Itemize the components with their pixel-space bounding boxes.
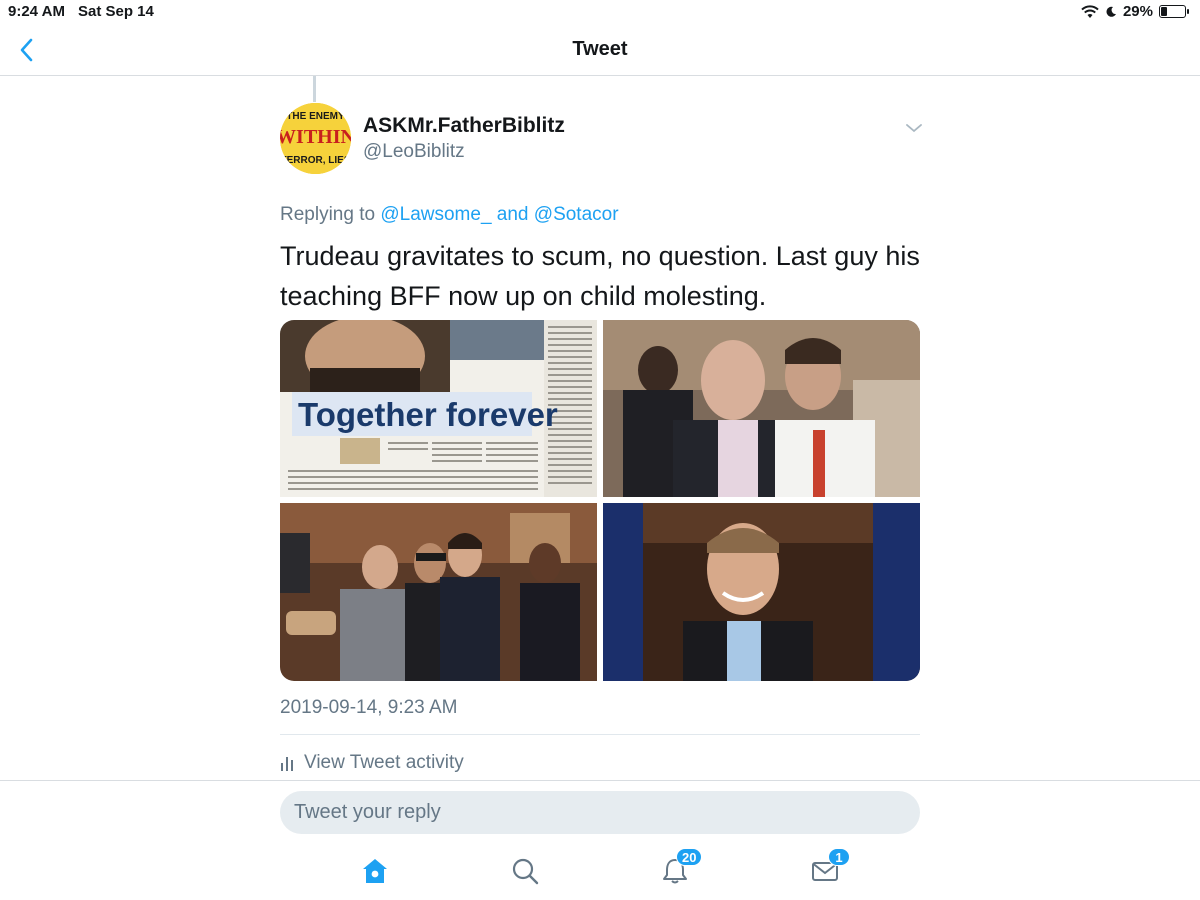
wifi-icon bbox=[1081, 4, 1099, 18]
avatar-text-top: THE ENEMY bbox=[286, 111, 345, 122]
reply-bar bbox=[0, 780, 1200, 838]
user-handle[interactable]: @LeoBiblitz bbox=[363, 141, 465, 163]
media-image-photo-3[interactable] bbox=[603, 503, 920, 681]
home-icon bbox=[363, 859, 387, 883]
tweet-text: Trudeau gravitates to scum, no question.… bbox=[280, 241, 920, 311]
media-image-photo-2[interactable] bbox=[280, 503, 597, 681]
view-tweet-activity-link[interactable]: View Tweet activity bbox=[280, 752, 464, 774]
tab-bar: 20 1 bbox=[0, 838, 1200, 900]
avatar-text-middle: WITHIN bbox=[280, 126, 351, 148]
replying-to: Replying to @Lawsome_ and @Sotacor bbox=[280, 204, 619, 226]
media-image-newspaper[interactable]: Together forever bbox=[280, 320, 597, 497]
mention-link-sotacor[interactable]: @Sotacor bbox=[534, 204, 619, 225]
tweet-options-button[interactable] bbox=[904, 120, 924, 136]
bar-chart-icon bbox=[281, 757, 293, 771]
replying-and[interactable]: and bbox=[497, 204, 529, 225]
status-date: Sat Sep 14 bbox=[78, 3, 154, 20]
status-time: 9:24 AM bbox=[8, 3, 65, 20]
replying-prefix: Replying to bbox=[280, 204, 376, 225]
notifications-badge: 20 bbox=[676, 848, 703, 866]
chevron-down-icon bbox=[906, 124, 922, 133]
messages-badge: 1 bbox=[828, 848, 850, 866]
search-icon bbox=[512, 858, 539, 885]
status-indicators: 29% bbox=[1081, 3, 1189, 20]
battery-percent: 29% bbox=[1122, 3, 1153, 20]
battery-level bbox=[1161, 7, 1167, 16]
display-name[interactable]: ASKMr.FatherBiblitz bbox=[363, 114, 565, 138]
tab-notifications[interactable]: 20 bbox=[660, 848, 703, 886]
divider bbox=[280, 734, 920, 735]
moon-icon bbox=[1106, 6, 1116, 17]
activity-label: View Tweet activity bbox=[304, 752, 464, 773]
thread-line bbox=[313, 76, 316, 102]
battery-icon bbox=[1159, 5, 1189, 18]
tweet-timestamp: 2019-09-14, 9:23 AM bbox=[280, 697, 458, 718]
avatar-image: THE ENEMY WITHIN TERROR, LIES bbox=[280, 103, 351, 174]
tab-search[interactable] bbox=[510, 856, 540, 886]
avatar[interactable]: THE ENEMY WITHIN TERROR, LIES bbox=[280, 103, 351, 174]
mention-link-lawsome[interactable]: @Lawsome_ bbox=[380, 204, 491, 225]
nav-bar: Tweet bbox=[0, 24, 1200, 76]
media-grid: Together forever bbox=[280, 320, 920, 681]
tab-messages[interactable]: 1 bbox=[810, 848, 850, 886]
reply-input[interactable] bbox=[280, 791, 920, 834]
avatar-text-bottom: TERROR, LIES bbox=[280, 155, 350, 166]
tab-home[interactable] bbox=[360, 856, 390, 886]
status-bar: 9:24 AM Sat Sep 14 29% bbox=[0, 0, 1200, 24]
page-title: Tweet bbox=[572, 38, 628, 60]
media-image-photo-1[interactable] bbox=[603, 320, 920, 497]
media-headline: Together forever bbox=[298, 396, 558, 433]
